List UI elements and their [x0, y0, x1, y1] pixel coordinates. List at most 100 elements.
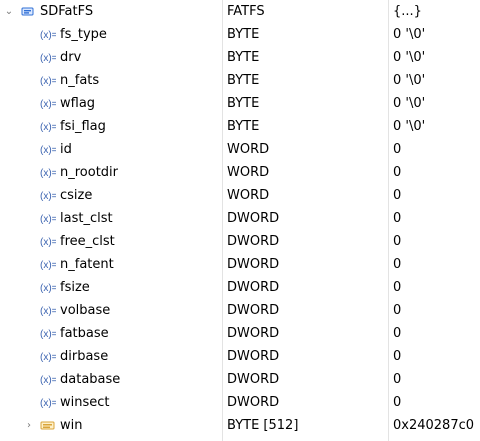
tree-row-volbase[interactable]: (x)= volbase DWORD 0 — [0, 299, 480, 322]
value-cell[interactable]: 0 — [393, 230, 480, 253]
tree-row-fatbase[interactable]: (x)= fatbase DWORD 0 — [0, 322, 480, 345]
name-cell[interactable]: › win — [0, 414, 221, 437]
type-cell[interactable]: BYTE [512] — [227, 414, 387, 437]
name-cell[interactable]: (x)= n_fatent — [0, 253, 221, 276]
type-cell[interactable]: WORD — [227, 184, 387, 207]
name-cell[interactable]: (x)= id — [0, 138, 221, 161]
tree-row-database[interactable]: (x)= database DWORD 0 — [0, 368, 480, 391]
tree-row-n-fats[interactable]: (x)= n_fats BYTE 0 '\0' — [0, 69, 480, 92]
tree-row-fsize[interactable]: (x)= fsize DWORD 0 — [0, 276, 480, 299]
value-cell[interactable]: 0 — [393, 161, 480, 184]
tree-row-last-clst[interactable]: (x)= last_clst DWORD 0 — [0, 207, 480, 230]
value-cell[interactable]: 0 — [393, 322, 480, 345]
name-cell[interactable]: (x)= fs_type — [0, 23, 221, 46]
variable-icon: (x)= — [40, 373, 56, 386]
row-name: SDFatFS — [40, 4, 94, 19]
value-cell[interactable]: 0 — [393, 391, 480, 414]
type-cell[interactable]: DWORD — [227, 322, 387, 345]
name-cell[interactable]: (x)= n_fats — [0, 69, 221, 92]
type-cell[interactable]: WORD — [227, 138, 387, 161]
tree-row-free-clst[interactable]: (x)= free_clst DWORD 0 — [0, 230, 480, 253]
tree-row-dirbase[interactable]: (x)= dirbase DWORD 0 — [0, 345, 480, 368]
row-name: wflag — [60, 96, 96, 111]
row-type: WORD — [227, 188, 270, 203]
value-cell[interactable]: 0 — [393, 138, 480, 161]
type-cell[interactable]: FATFS — [227, 0, 387, 23]
type-cell[interactable]: DWORD — [227, 253, 387, 276]
name-cell[interactable]: ⌄ SDFatFS — [0, 0, 221, 23]
row-value: 0 — [393, 211, 402, 226]
variable-icon: (x)= — [40, 189, 56, 202]
name-cell[interactable]: (x)= database — [0, 368, 221, 391]
row-name: last_clst — [60, 211, 113, 226]
type-cell[interactable]: DWORD — [227, 345, 387, 368]
tree-row-fsi-flag[interactable]: (x)= fsi_flag BYTE 0 '\0' — [0, 115, 480, 138]
tree-row-win[interactable]: › win BYTE [512] 0x240287c0 — [0, 414, 480, 437]
value-cell[interactable]: 0 — [393, 368, 480, 391]
chevron-down-icon[interactable]: ⌄ — [4, 0, 14, 23]
value-cell[interactable]: 0 '\0' — [393, 92, 480, 115]
value-cell[interactable]: 0 — [393, 299, 480, 322]
row-type: DWORD — [227, 211, 280, 226]
name-cell[interactable]: (x)= dirbase — [0, 345, 221, 368]
row-type: BYTE [512] — [227, 418, 299, 433]
type-cell[interactable]: DWORD — [227, 299, 387, 322]
value-cell[interactable]: 0 — [393, 184, 480, 207]
row-value: 0 — [393, 395, 402, 410]
name-cell[interactable]: (x)= drv — [0, 46, 221, 69]
row-type: DWORD — [227, 257, 280, 272]
type-cell[interactable]: DWORD — [227, 207, 387, 230]
tree-row-n-fatent[interactable]: (x)= n_fatent DWORD 0 — [0, 253, 480, 276]
name-cell[interactable]: (x)= fsi_flag — [0, 115, 221, 138]
value-cell[interactable]: 0 — [393, 253, 480, 276]
tree-row-sdfatfs[interactable]: ⌄ SDFatFS FATFS {...} — [0, 0, 480, 23]
svg-text:(x)=: (x)= — [40, 191, 56, 202]
tree-row-drv[interactable]: (x)= drv BYTE 0 '\0' — [0, 46, 480, 69]
name-cell[interactable]: (x)= volbase — [0, 299, 221, 322]
type-cell[interactable]: BYTE — [227, 46, 387, 69]
svg-text:(x)=: (x)= — [40, 145, 56, 156]
value-cell[interactable]: 0 '\0' — [393, 69, 480, 92]
type-cell[interactable]: DWORD — [227, 391, 387, 414]
type-cell[interactable]: DWORD — [227, 368, 387, 391]
tree-row-n-rootdir[interactable]: (x)= n_rootdir WORD 0 — [0, 161, 480, 184]
row-name: fsi_flag — [60, 119, 106, 134]
tree-row-csize[interactable]: (x)= csize WORD 0 — [0, 184, 480, 207]
row-value: 0 — [393, 188, 402, 203]
type-cell[interactable]: DWORD — [227, 230, 387, 253]
type-cell[interactable]: BYTE — [227, 23, 387, 46]
row-type: BYTE — [227, 50, 260, 65]
name-cell[interactable]: (x)= fatbase — [0, 322, 221, 345]
value-cell[interactable]: 0x240287c0 — [393, 414, 480, 437]
variable-icon: (x)= — [40, 166, 56, 179]
name-cell[interactable]: (x)= n_rootdir — [0, 161, 221, 184]
chevron-right-icon[interactable]: › — [24, 414, 34, 437]
tree-row-fs-type[interactable]: (x)= fs_type BYTE 0 '\0' — [0, 23, 480, 46]
variable-icon: (x)= — [40, 258, 56, 271]
name-cell[interactable]: (x)= csize — [0, 184, 221, 207]
row-name: dirbase — [60, 349, 109, 364]
type-cell[interactable]: BYTE — [227, 69, 387, 92]
name-cell[interactable]: (x)= winsect — [0, 391, 221, 414]
type-cell[interactable]: BYTE — [227, 92, 387, 115]
type-cell[interactable]: DWORD — [227, 276, 387, 299]
name-cell[interactable]: (x)= last_clst — [0, 207, 221, 230]
variables-tree[interactable]: ⌄ SDFatFS FATFS {...} (x)= fs_type BYTE … — [0, 0, 480, 441]
value-cell[interactable]: 0 — [393, 276, 480, 299]
value-cell[interactable]: 0 — [393, 345, 480, 368]
tree-row-id[interactable]: (x)= id WORD 0 — [0, 138, 480, 161]
tree-row-wflag[interactable]: (x)= wflag BYTE 0 '\0' — [0, 92, 480, 115]
value-cell[interactable]: 0 '\0' — [393, 46, 480, 69]
value-cell[interactable]: {...} — [393, 0, 480, 23]
row-name: drv — [60, 50, 82, 65]
name-cell[interactable]: (x)= free_clst — [0, 230, 221, 253]
value-cell[interactable]: 0 '\0' — [393, 115, 480, 138]
row-name: fsize — [60, 280, 90, 295]
name-cell[interactable]: (x)= wflag — [0, 92, 221, 115]
name-cell[interactable]: (x)= fsize — [0, 276, 221, 299]
value-cell[interactable]: 0 '\0' — [393, 23, 480, 46]
type-cell[interactable]: BYTE — [227, 115, 387, 138]
tree-row-winsect[interactable]: (x)= winsect DWORD 0 — [0, 391, 480, 414]
value-cell[interactable]: 0 — [393, 207, 480, 230]
type-cell[interactable]: WORD — [227, 161, 387, 184]
